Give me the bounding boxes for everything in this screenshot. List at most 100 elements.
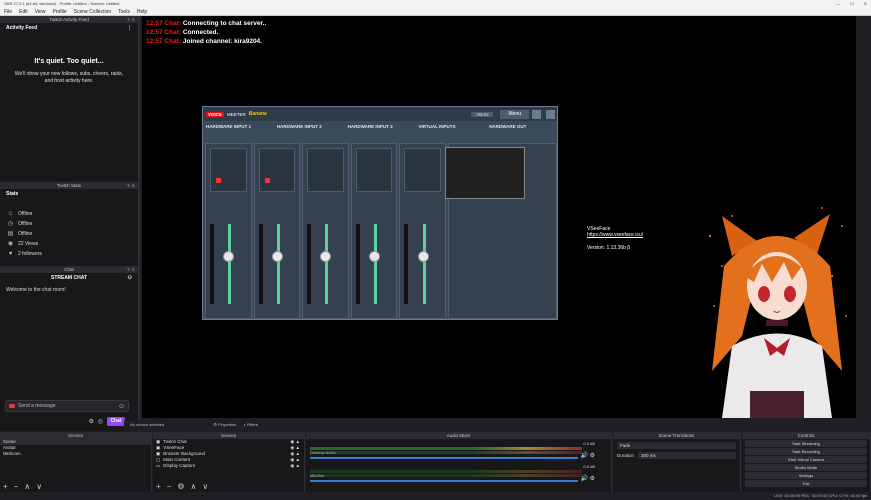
speaker-icon[interactable]: 🔊 ⚙ [580,452,595,459]
exit-button[interactable]: Exit [745,480,867,487]
menu-scene-collection[interactable]: Scene Collection [74,8,112,15]
channel-db: 0.0 dB [583,464,595,469]
menu-edit[interactable]: Edit [19,8,28,15]
scene-tools: + − ∧ ∨ [3,482,42,491]
virtual-strip [399,143,446,319]
volume-meter [310,447,582,450]
dock-close-icon[interactable]: ✎ ✕ [127,182,135,189]
dock-close-icon[interactable]: ✎ ✕ [127,16,135,23]
status-bar: LIVE: 00:00:00 REC: 00:00:00 CPU: 0.7%, … [0,492,871,500]
up-icon[interactable]: ∧ [24,482,30,491]
voicemeeter-menu-button[interactable]: Menu [500,109,529,119]
minimize-button[interactable] [532,109,541,119]
vban-button[interactable]: VBAN [471,111,494,117]
vseeface-link[interactable]: https://www.vseeface.icu/ [587,232,643,238]
avatar-character [708,207,847,418]
dock-title: Twitch Activity Feed ✎ ✕ [0,16,138,23]
scenes-panel: Scenes Scene Avatar Webcam + − ∧ ∨ [0,432,152,492]
menu-tools[interactable]: Tools [118,8,130,15]
source-item[interactable]: ▭ Display Capture ◉ ▲ [153,463,304,469]
input-strip [253,143,301,319]
duration-input[interactable]: 300 ms [638,452,736,459]
scene-transitions-panel: Scene Transitions Fade Duration 300 ms [613,432,741,492]
voicemeeter-toolbar: VOICE MEETER Banana VBAN Menu [203,107,557,121]
audio-mixer-panel: Audio Mixer Desktop Audio 0.0 dB 🔊 ⚙ Mic… [306,432,612,492]
stat-row: ◉ 22 Views [7,241,39,247]
fader-knob[interactable] [417,251,429,262]
menu-help[interactable]: Help [137,8,147,15]
quiet-body: We'll show your new follows, subs, cheer… [14,71,124,84]
stat-row: ◷ Offline [7,221,33,227]
fader-knob[interactable] [223,251,235,262]
camera-icon [9,404,15,408]
maximize-button[interactable]: ☐ [850,0,854,8]
send-message-input[interactable]: Send a message ☺ [5,400,129,412]
bits-icon[interactable]: ◎ [98,418,103,425]
volume-meter [310,451,582,454]
menu-file[interactable]: File [4,8,12,15]
volume-meter [310,470,582,473]
chat-send-button[interactable]: Chat [107,417,125,426]
visibility-icon[interactable]: ◉ ▲ [290,463,300,469]
dock-title: Twitch Stats ✎ ✕ [0,182,138,189]
volume-meter [310,474,582,477]
settings-button[interactable]: Settings [745,472,867,479]
emote-icon[interactable]: ☺ [118,402,125,412]
transition-select[interactable]: Fade [617,442,736,449]
source-tools: + − ⚙ ∧ ∨ [156,482,208,491]
activity-feed-dock: Twitch Activity Feed ✎ ✕ Activity Feed ⋮ I… [0,16,140,182]
down-icon[interactable]: ∨ [36,482,42,491]
vseeface-version: Version: 1.13.36b β [587,245,631,251]
remove-icon[interactable]: − [167,482,172,491]
volume-slider[interactable] [310,480,578,482]
activity-feed-header: Activity Feed ⋮ [6,23,132,33]
preview-gutter [856,16,871,418]
close-button[interactable] [546,109,555,119]
mixer-channel: Desktop Audio 0.0 dB 🔊 ⚙ [310,441,595,463]
fader-knob[interactable] [271,251,283,262]
settings-icon[interactable]: ⚙ [89,418,94,425]
volume-slider[interactable] [310,457,578,459]
preview-canvas[interactable]: 12:57 Chat: Connecting to chat server.. … [142,16,856,418]
user-icon: ☺ [7,211,14,217]
panel-title: Scenes [0,432,151,439]
no-source-label: No source selected [130,422,165,427]
menu-view[interactable]: View [35,8,46,15]
stats-dock: Twitch Stats ✎ ✕ Stats ☺ Offline ◷ Offline … [0,182,140,266]
menu-profile[interactable]: Profile [52,8,66,15]
scene-item[interactable]: Webcam [0,451,151,457]
chat-line: 12:57 Chat: Connecting to chat server.. [146,20,267,27]
vseeface-info: VSeeFace https://www.vseeface.icu/ Versi… [587,226,643,251]
studio-mode-button[interactable]: Studio Mode [745,464,867,471]
properties-button[interactable]: ⚙ Properties [213,422,236,427]
channel-db: 0.0 dB [583,441,595,446]
stats-header: Stats [6,191,19,197]
fader-knob[interactable] [320,251,332,262]
minimize-button[interactable]: — [836,0,840,8]
voicemeeter-headers: HARDWARE INPUT 1 HARDWARE INPUT 2 HARDWA… [206,124,527,129]
menu-bar: File Edit View Profile Scene Collection … [0,8,871,16]
mixer-channel: Mic/Aux 0.0 dB 🔊 ⚙ [310,464,595,486]
more-icon[interactable]: ⋮ [127,23,132,33]
fader-knob[interactable] [369,251,381,262]
add-icon[interactable]: + [156,482,161,491]
close-button[interactable]: ✕ [864,0,867,8]
remove-icon[interactable]: − [14,482,19,491]
down-icon[interactable]: ∨ [202,482,208,491]
panel-title: Scene Transitions [613,432,740,439]
filters-button[interactable]: ◐ Filters [243,422,257,427]
voicemeeter-window: VOICE MEETER Banana VBAN Menu HARDWARE I… [202,106,558,320]
stat-row: ☺ Offline [7,211,33,217]
start-streaming-button[interactable]: Start Streaming [745,440,867,447]
start-recording-button[interactable]: Start Recording [745,448,867,455]
speaker-icon[interactable]: 🔊 ⚙ [580,475,595,482]
cassette-recorder [445,147,525,199]
dock-close-icon[interactable]: ✎ ✕ [127,266,135,273]
dock-title: Chat ✎ ✕ [0,266,138,273]
gear-icon[interactable]: ⚙ [177,482,184,491]
add-icon[interactable]: + [3,482,8,491]
up-icon[interactable]: ∧ [191,482,197,491]
users-icon[interactable]: ⚇ [128,273,132,283]
heart-icon: ♥ [8,251,13,257]
start-virtual-camera-button[interactable]: Start Virtual Camera [745,456,867,463]
